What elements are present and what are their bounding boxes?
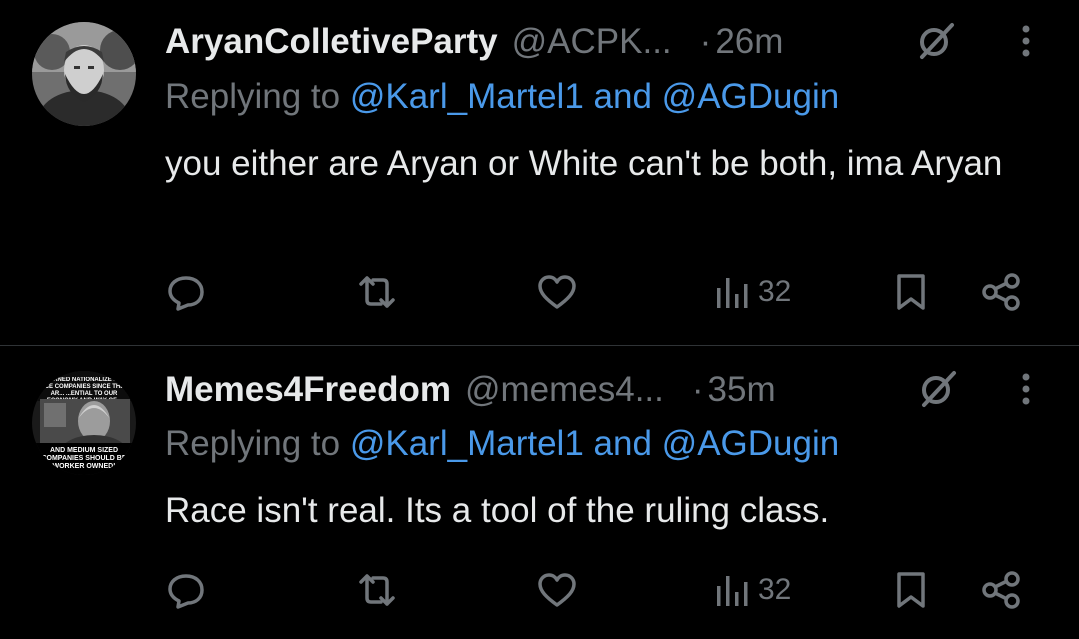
- views-count: 32: [758, 275, 792, 308]
- avatar[interactable]: ...ORNED NATIONALIZE IN... ...CE COMPANI…: [32, 371, 136, 475]
- tweet-text: you either are Aryan or White can't be b…: [165, 144, 1003, 183]
- bookmark-icon[interactable]: [893, 270, 929, 314]
- retweet-icon[interactable]: [355, 270, 399, 314]
- replying-to: Replying to @Karl_Martel1 and @AGDugin: [165, 77, 839, 117]
- more-icon[interactable]: [1014, 21, 1038, 61]
- views-count: 32: [758, 573, 792, 606]
- timestamp[interactable]: 35m: [708, 370, 776, 410]
- tweet[interactable]: ...ORNED NATIONALIZE IN... ...CE COMPANI…: [0, 346, 1079, 639]
- avatar-caption-top: ...ORNED NATIONALIZE IN... ...CE COMPANI…: [39, 377, 129, 399]
- views-button[interactable]: 32: [712, 568, 791, 612]
- retweet-icon[interactable]: [355, 568, 399, 612]
- mention-link[interactable]: @Karl_Martel1: [350, 424, 584, 463]
- replying-prefix: Replying to: [165, 77, 341, 116]
- share-icon[interactable]: [980, 270, 1022, 314]
- user-handle[interactable]: @ACPK...: [512, 22, 672, 62]
- replying-prefix: Replying to: [165, 424, 341, 463]
- views-icon: [717, 278, 748, 308]
- reply-icon[interactable]: [166, 568, 206, 612]
- separator: ·: [699, 22, 712, 61]
- more-icon[interactable]: [1014, 369, 1038, 409]
- timestamp[interactable]: 26m: [715, 22, 783, 62]
- action-bar: 32: [0, 270, 1079, 314]
- mention-link[interactable]: @Karl_Martel1: [350, 77, 584, 116]
- views-button[interactable]: 32: [712, 270, 791, 314]
- separator: ·: [691, 370, 704, 409]
- mention-conjunction: and: [593, 424, 652, 463]
- tweet-header: Memes4Freedom @memes4... · 35m: [165, 368, 776, 412]
- tweet[interactable]: AryanColletiveParty @ACPK... · 26m Reply…: [0, 0, 1079, 345]
- like-icon[interactable]: [536, 270, 578, 314]
- tweet-header: AryanColletiveParty @ACPK... · 26m: [165, 20, 783, 64]
- action-bar: 32: [0, 568, 1079, 612]
- grok-icon[interactable]: [916, 21, 956, 61]
- bookmark-icon[interactable]: [893, 568, 929, 612]
- grok-icon[interactable]: [918, 369, 958, 409]
- replying-to: Replying to @Karl_Martel1 and @AGDugin: [165, 424, 839, 464]
- reply-icon[interactable]: [166, 270, 206, 314]
- mention-conjunction: and: [593, 77, 652, 116]
- tweet-text: Race isn't real. Its a tool of the rulin…: [165, 491, 830, 530]
- avatar[interactable]: [32, 22, 136, 126]
- like-icon[interactable]: [536, 568, 578, 612]
- share-icon[interactable]: [980, 568, 1022, 612]
- avatar-caption-bottom: AND MEDIUM SIZED COMPANIES SHOULD BE WOR…: [41, 447, 127, 470]
- views-icon: [717, 576, 748, 606]
- user-handle[interactable]: @memes4...: [465, 370, 664, 410]
- mention-link[interactable]: @AGDugin: [662, 77, 840, 116]
- mention-link[interactable]: @AGDugin: [662, 424, 840, 463]
- display-name[interactable]: AryanColletiveParty: [165, 22, 498, 62]
- display-name[interactable]: Memes4Freedom: [165, 370, 451, 410]
